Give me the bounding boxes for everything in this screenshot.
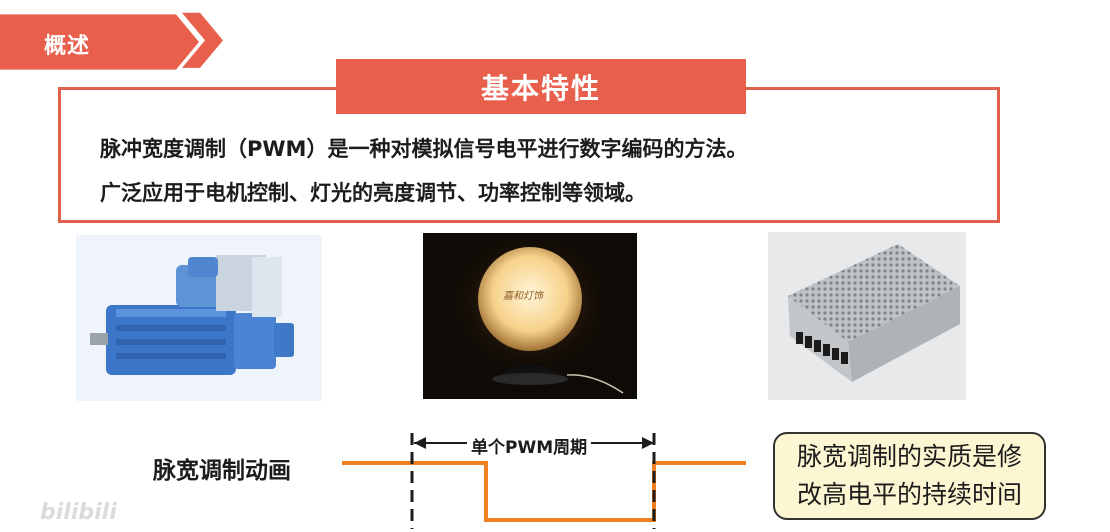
pwm-animation-label: 脉宽调制动画 <box>153 458 291 484</box>
period-arrow-right <box>642 437 654 449</box>
period-label: 单个PWM周期 <box>467 433 592 458</box>
note-line-1: 脉宽调制的实质是修 <box>796 442 1022 471</box>
title-banner: 基本特性 <box>336 59 746 114</box>
bilibili-watermark: bilibili <box>40 500 117 525</box>
note-line-2: 改高电平的持续时间 <box>796 480 1022 509</box>
period-arrow-left <box>414 437 426 449</box>
lamp-brand-text: 嘉和灯饰 <box>503 290 545 302</box>
electric-motor-photo <box>76 235 322 401</box>
glowing-lamp-photo: 嘉和灯饰 <box>423 223 637 399</box>
power-supply-photo <box>768 232 966 400</box>
body-line-1: 脉冲宽度调制（PWM）是一种对模拟信号电平进行数字编码的方法。 <box>100 137 748 161</box>
note-box: 脉宽调制的实质是修 改高电平的持续时间 <box>773 432 1046 520</box>
body-line-2: 广泛应用于电机控制、灯光的亮度调节、功率控制等领域。 <box>100 181 646 205</box>
pwm-signal-line <box>342 461 746 522</box>
section-label: 概述 <box>44 34 91 59</box>
page-title: 基本特性 <box>480 71 601 105</box>
section-arrow-banner <box>0 12 223 70</box>
